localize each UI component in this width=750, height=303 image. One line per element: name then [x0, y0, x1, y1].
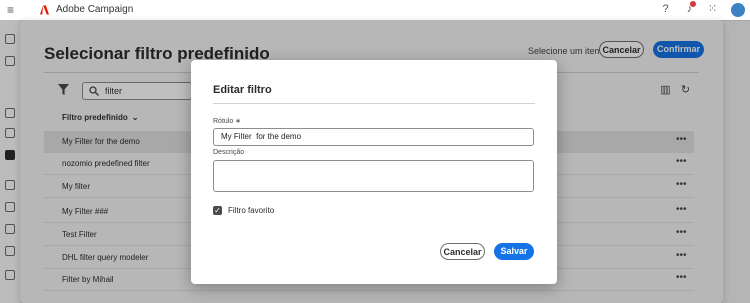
help-icon[interactable]: ?: [659, 3, 672, 16]
label-field-label: Rótulo ∗: [213, 118, 242, 125]
description-field-label: Descrição: [213, 149, 245, 156]
edit-filter-modal: Editar filtro Rótulo ∗ My Filter for the…: [191, 60, 557, 284]
apps-grid-icon[interactable]: ⁙: [706, 3, 719, 16]
menu-icon[interactable]: ≡: [7, 3, 14, 17]
adobe-logo-icon: [40, 5, 49, 15]
label-field[interactable]: My Filter for the demo: [213, 128, 534, 146]
description-field[interactable]: [213, 160, 534, 192]
top-bar: ≡ Adobe Campaign ? ♪ ⁙: [0, 0, 750, 21]
modal-cancel-button[interactable]: Cancelar: [440, 243, 485, 260]
favorite-label: Filtro favorito: [228, 206, 275, 215]
label-field-value: My Filter for the demo: [221, 132, 302, 141]
avatar[interactable]: [731, 3, 745, 17]
app-name: Adobe Campaign: [56, 4, 134, 15]
favorite-checkbox[interactable]: ✓: [213, 206, 222, 215]
divider: [213, 103, 535, 104]
modal-title: Editar filtro: [213, 84, 272, 96]
save-button[interactable]: Salvar: [494, 243, 534, 260]
notification-badge: [690, 1, 696, 7]
